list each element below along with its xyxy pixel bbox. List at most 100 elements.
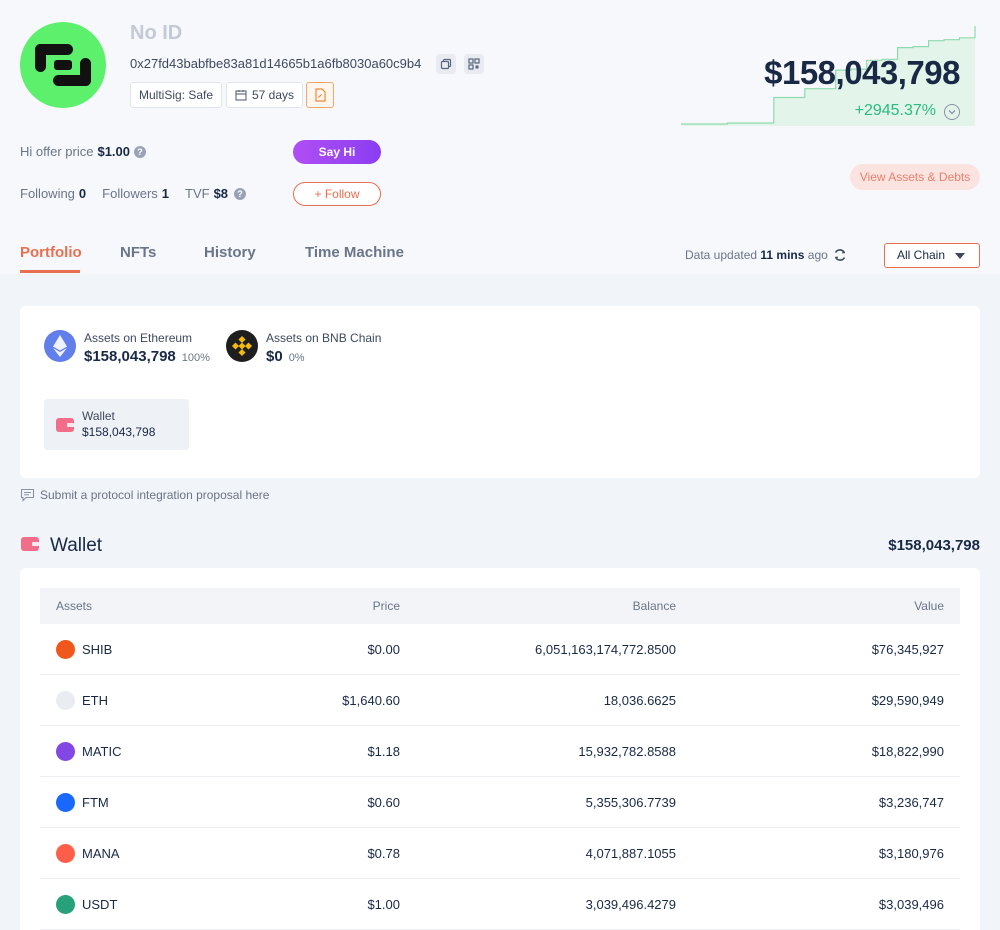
wallet-chip-value: $158,043,798 [82, 425, 156, 439]
token-symbol: MATIC [82, 744, 122, 759]
followers-count: 1 [161, 186, 170, 201]
wallet-icon [56, 418, 74, 432]
header-price: Price [372, 599, 400, 613]
token-price: $1.18 [367, 744, 400, 759]
avatar [20, 22, 106, 108]
token-price: $0.78 [367, 846, 400, 861]
header-balance: Balance [632, 599, 676, 613]
profile-header: No ID 0x27fd43babfbe83a81d14665b1a6fb803… [0, 0, 1000, 274]
report-button[interactable] [306, 82, 334, 108]
follow-button[interactable]: + Follow [293, 182, 381, 206]
token-value: $18,822,990 [871, 744, 944, 759]
caret-down-icon [955, 253, 965, 259]
token-price: $0.60 [367, 795, 400, 810]
chain-percent: 0% [288, 352, 305, 364]
usdt-token-icon [56, 895, 75, 914]
token-value: $3,236,747 [878, 795, 944, 810]
token-balance: 18,036.6625 [603, 693, 676, 708]
view-assets-debts-button[interactable]: View Assets & Debts [850, 164, 980, 190]
eth-token-icon [56, 691, 75, 710]
table-row[interactable]: ETH $1,640.60 18,036.6625 $29,590,949 [40, 675, 960, 726]
token-symbol: ETH [82, 693, 108, 708]
table-header: Assets Price Balance Value [40, 588, 960, 624]
tab-nfts[interactable]: NFTs [120, 244, 156, 261]
table-row[interactable]: MATIC $1.18 15,932,782.8588 $18,822,990 [40, 726, 960, 777]
token-value: $3,039,496 [878, 897, 944, 912]
chain-label: Assets on BNB Chain [266, 331, 382, 345]
tvf-label: TVF [185, 186, 210, 201]
token-balance: 4,071,887.1055 [585, 846, 676, 861]
chain-ethereum[interactable]: Assets on Ethereum $158,043,798 100% [44, 330, 210, 365]
active-tab-indicator [20, 270, 80, 273]
calendar-icon [235, 90, 247, 101]
follow-stats: Following 0 Followers 1 TVF $8 ? [20, 186, 247, 201]
token-price: $1.00 [367, 897, 400, 912]
wallet-address: 0x27fd43babfbe83a81d14665b1a6fb8030a60c9… [130, 56, 422, 71]
qr-code-icon[interactable] [464, 54, 484, 74]
following-label[interactable]: Following [20, 186, 75, 201]
table-row[interactable]: FTM $0.60 5,355,306.7739 $3,236,747 [40, 777, 960, 828]
table-row[interactable]: USDT $1.00 3,039,496.4279 $3,039,496 [40, 879, 960, 930]
header-value: Value [914, 599, 944, 613]
token-symbol: FTM [82, 795, 109, 810]
mana-token-icon [56, 844, 75, 863]
tab-portfolio[interactable]: Portfolio [20, 244, 82, 261]
offer-value: $1.00 [97, 144, 131, 159]
total-net-worth: $158,043,798 [764, 54, 960, 91]
updated-time: 11 mins [760, 248, 805, 262]
proposal-text: Submit a protocol integration proposal h… [40, 488, 270, 502]
token-balance: 3,039,496.4279 [585, 897, 676, 912]
help-icon[interactable]: ? [134, 145, 147, 158]
message-icon [20, 488, 35, 502]
multisig-label: MultiSig: Safe [139, 88, 214, 102]
wallet-section-total: $158,043,798 [888, 537, 980, 554]
chain-select-label: All Chain [897, 248, 946, 262]
token-value: $3,180,976 [878, 846, 944, 861]
chain-bnb[interactable]: Assets on BNB Chain $0 0% [226, 330, 381, 365]
data-updated-status: Data updated 11 mins ago [685, 248, 828, 262]
profile-name: No ID [130, 22, 183, 44]
hi-offer-price: Hi offer price $1.00 ? [20, 144, 147, 159]
document-icon [315, 88, 326, 102]
table-row[interactable]: SHIB $0.00 6,051,163,174,772.8500 $76,345,9… [40, 624, 960, 675]
tab-history[interactable]: History [204, 244, 256, 261]
help-icon[interactable]: ? [234, 187, 247, 200]
days-label: 57 days [252, 88, 295, 102]
refresh-icon[interactable] [832, 247, 848, 263]
token-symbol: SHIB [82, 642, 113, 657]
token-balance: 5,355,306.7739 [585, 795, 676, 810]
multisig-tag: MultiSig: Safe [130, 82, 223, 108]
chain-value: $0 [266, 348, 283, 365]
token-balance: 15,932,782.8588 [578, 744, 676, 759]
header-assets: Assets [56, 599, 93, 613]
copy-icon[interactable] [436, 54, 456, 74]
updated-suffix: ago [807, 248, 828, 262]
followers-label[interactable]: Followers [102, 186, 158, 201]
token-value: $76,345,927 [871, 642, 944, 657]
wallet-protocol-chip[interactable]: Wallet $158,043,798 [44, 399, 189, 450]
chain-select[interactable]: All Chain [884, 243, 980, 268]
shib-token-icon [56, 640, 75, 659]
token-symbol: USDT [82, 897, 118, 912]
wallet-section-title: Wallet [50, 535, 103, 556]
token-price: $0.00 [367, 642, 400, 657]
tab-time-machine[interactable]: Time Machine [305, 244, 404, 261]
tvf-value: $8 [213, 186, 229, 201]
token-value: $29,590,949 [871, 693, 944, 708]
wallet-icon [21, 537, 39, 551]
active-days-tag: 57 days [226, 82, 304, 108]
chevron-down-icon[interactable] [944, 104, 960, 120]
token-price: $1,640.60 [342, 693, 400, 708]
matic-token-icon [56, 742, 75, 761]
chain-percent: 100% [181, 352, 210, 364]
proposal-link[interactable]: Submit a protocol integration proposal h… [20, 488, 269, 502]
chain-label: Assets on Ethereum [84, 331, 193, 345]
offer-label: Hi offer price [20, 144, 94, 159]
token-balance: 6,051,163,174,772.8500 [535, 642, 676, 657]
ethereum-icon [44, 330, 76, 362]
ftm-token-icon [56, 793, 75, 812]
token-symbol: MANA [82, 846, 120, 861]
wallet-chip-label: Wallet [82, 409, 115, 423]
table-row[interactable]: MANA $0.78 4,071,887.1055 $3,180,976 [40, 828, 960, 879]
say-hi-button[interactable]: Say Hi [293, 140, 381, 164]
